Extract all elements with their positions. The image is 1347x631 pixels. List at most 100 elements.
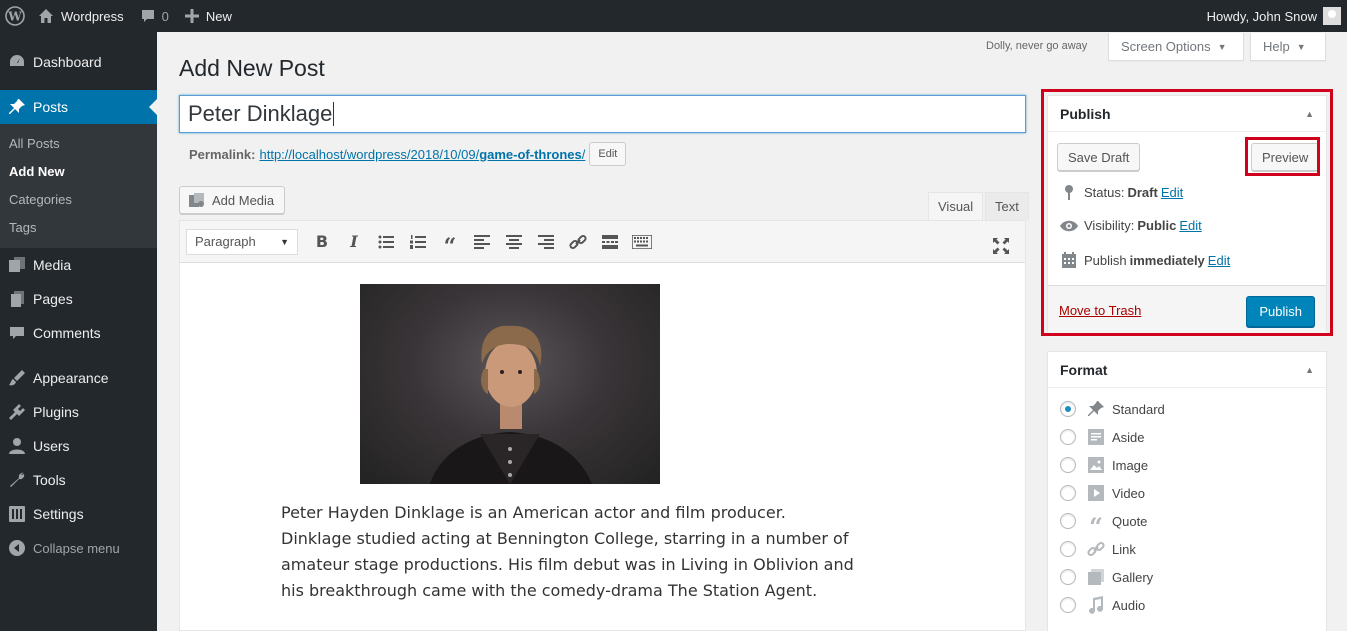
italic-icon[interactable]: I (338, 227, 370, 257)
format-option-image[interactable]: Image (1060, 455, 1148, 475)
format-option-video[interactable]: Video (1060, 483, 1145, 503)
post-image[interactable] (360, 284, 660, 484)
sidebar-item-appearance[interactable]: Appearance (0, 361, 157, 395)
format-option-audio[interactable]: Audio (1060, 595, 1145, 615)
format-box-header[interactable]: Format ▲ (1048, 352, 1326, 388)
sidebar-item-settings[interactable]: Settings (0, 497, 157, 531)
format-option-link[interactable]: Link (1060, 539, 1136, 559)
pin-icon (8, 98, 26, 116)
format-option-gallery[interactable]: Gallery (1060, 567, 1153, 587)
sidebar-item-posts[interactable]: Posts (0, 90, 157, 124)
format-option-label: Standard (1112, 401, 1165, 417)
radio[interactable] (1060, 457, 1076, 473)
radio[interactable] (1060, 597, 1076, 613)
collapse-icon (8, 539, 26, 557)
radio[interactable] (1060, 569, 1076, 585)
site-name: Wordpress (61, 8, 124, 24)
sidebar-item-label: Settings (33, 506, 84, 522)
radio[interactable] (1060, 485, 1076, 501)
radio-checked[interactable] (1060, 401, 1076, 417)
format-option-label: Aside (1112, 429, 1145, 445)
blockquote-icon[interactable]: “ (434, 227, 466, 258)
format-option-standard[interactable]: Standard (1060, 399, 1165, 419)
site-name-link[interactable]: Wordpress (30, 0, 132, 32)
sidebar-item-users[interactable]: Users (0, 429, 157, 463)
bulleted-list-icon[interactable] (370, 227, 402, 257)
submenu-all-posts[interactable]: All Posts (0, 130, 157, 158)
numbered-list-icon[interactable] (402, 227, 434, 257)
add-media-button[interactable]: Add Media (179, 186, 286, 214)
comment-bubble-icon (140, 8, 156, 24)
publish-highlight-box (1041, 89, 1333, 336)
users-icon (8, 437, 26, 455)
sidebar-item-tools[interactable]: Tools (0, 463, 157, 497)
format-select-value: Paragraph (195, 234, 256, 249)
wordpress-logo-icon[interactable]: W (0, 0, 30, 32)
submenu-tags[interactable]: Tags (0, 214, 157, 242)
add-media-icon (188, 192, 212, 208)
format-option-quote[interactable]: “ Quote (1060, 511, 1148, 541)
pages-icon (8, 290, 26, 308)
format-option-label: Quote (1112, 513, 1148, 529)
audio-icon (1086, 595, 1106, 615)
my-account-link[interactable]: Howdy, John Snow (1199, 0, 1347, 32)
align-left-icon[interactable] (466, 227, 498, 257)
sidebar-item-label: Tools (33, 472, 66, 488)
comments-link[interactable]: 0 (132, 0, 177, 32)
pin-icon (1086, 399, 1106, 419)
submenu-add-new[interactable]: Add New (0, 158, 157, 186)
add-media-label: Add Media (212, 192, 275, 208)
radio[interactable] (1060, 541, 1076, 557)
tools-icon (8, 471, 26, 489)
settings-icon (8, 505, 26, 523)
new-label: New (205, 8, 232, 24)
format-option-label: Gallery (1112, 569, 1154, 585)
svg-text:W: W (7, 10, 22, 24)
read-more-icon[interactable] (594, 227, 626, 257)
aside-icon (1086, 427, 1106, 447)
tab-visual[interactable]: Visual (928, 192, 984, 220)
help-button[interactable]: Help ▼ (1250, 33, 1326, 61)
format-select[interactable]: Paragraph ▼ (186, 228, 298, 255)
appearance-icon (8, 369, 26, 387)
post-body-paragraph: Peter Hayden Dinklage is an American act… (281, 503, 854, 600)
sidebar-item-label: Pages (33, 291, 73, 307)
hello-dolly-text: Dolly, never go away (986, 40, 1088, 52)
post-title-input[interactable]: Peter Dinklage (179, 95, 1026, 133)
avatar (1323, 7, 1341, 25)
bold-icon[interactable]: B (306, 227, 338, 257)
gallery-icon (1086, 567, 1106, 587)
sidebar-item-comments[interactable]: Comments (0, 316, 157, 350)
new-content-link[interactable]: New (177, 0, 240, 32)
format-box-title: Format (1060, 361, 1108, 378)
greeting-text: Howdy, John Snow (1206, 8, 1317, 24)
plugins-icon (8, 403, 26, 421)
sidebar-item-pages[interactable]: Pages (0, 282, 157, 316)
align-right-icon[interactable] (530, 227, 562, 257)
collapse-arrow-icon[interactable]: ▲ (1305, 365, 1314, 375)
collapse-menu-button[interactable]: Collapse menu (0, 531, 157, 565)
permalink-link[interactable]: http://localhost/wordpress/2018/10/09/ga… (259, 147, 585, 162)
fullscreen-icon[interactable] (985, 231, 1017, 261)
dropdown-arrow-icon: ▼ (280, 236, 289, 247)
caret-down-icon: ▼ (1296, 41, 1306, 52)
permalink-label: Permalink: (189, 146, 256, 162)
format-option-aside[interactable]: Aside (1060, 427, 1145, 447)
submenu-categories[interactable]: Categories (0, 186, 157, 214)
format-option-label: Link (1112, 541, 1136, 557)
collapse-label: Collapse menu (33, 540, 120, 556)
insert-link-icon[interactable] (562, 227, 594, 257)
align-center-icon[interactable] (498, 227, 530, 257)
screen-options-button[interactable]: Screen Options ▼ (1108, 33, 1244, 61)
permalink-edit-button[interactable]: Edit (589, 142, 627, 166)
radio[interactable] (1060, 513, 1076, 529)
sidebar-item-dashboard[interactable]: Dashboard (0, 45, 157, 79)
radio[interactable] (1060, 429, 1076, 445)
format-option-label: Video (1112, 485, 1146, 501)
sidebar-item-plugins[interactable]: Plugins (0, 395, 157, 429)
tab-text[interactable]: Text (985, 192, 1029, 220)
permalink-end: / (581, 146, 586, 162)
toolbar-toggle-icon[interactable] (626, 227, 658, 257)
format-option-label: Audio (1112, 597, 1146, 613)
sidebar-item-media[interactable]: Media (0, 248, 157, 282)
